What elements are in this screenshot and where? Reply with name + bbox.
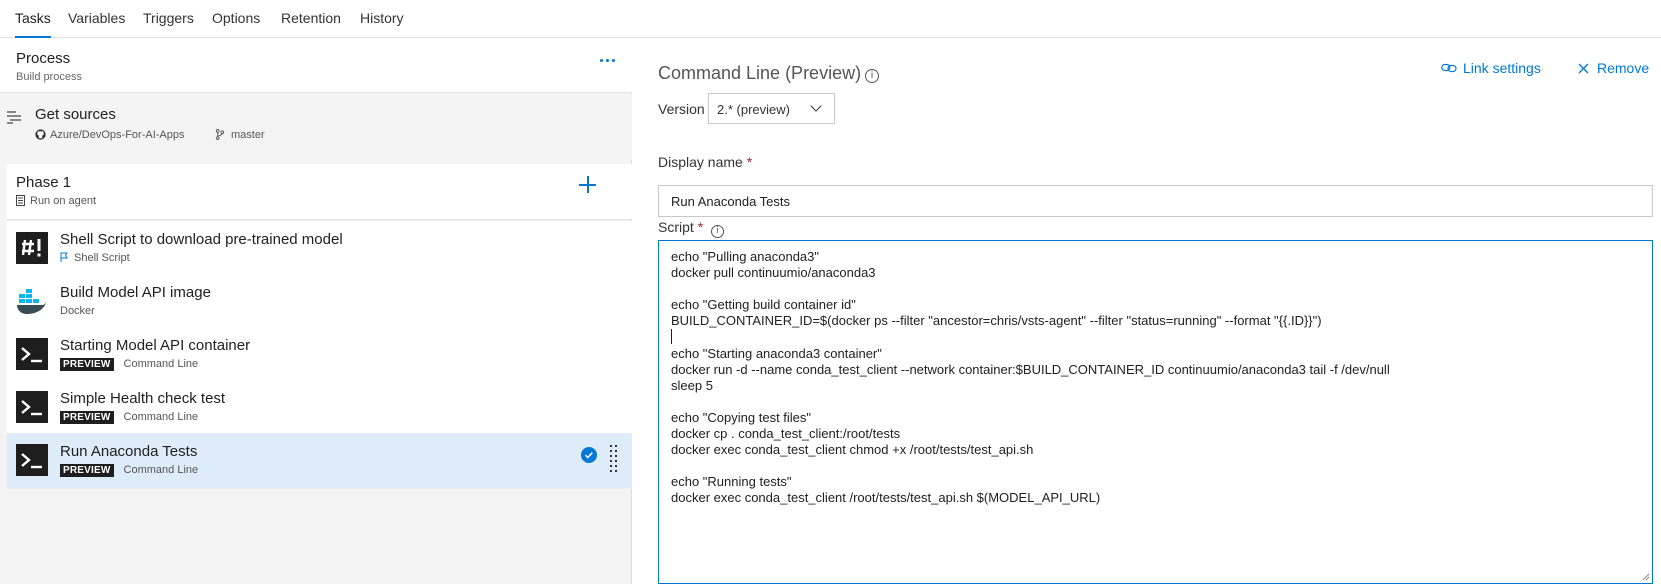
required-marker: * — [746, 154, 753, 170]
phase-title: Phase 1 — [16, 174, 72, 191]
pipeline-tree-pane: Process Build process Get sources Azure/… — [0, 39, 632, 584]
task-title: Run Anaconda Tests — [60, 443, 198, 460]
phase-subtitle-text: Run on agent — [30, 195, 97, 207]
phase-item[interactable]: Phase 1 Run on agent — [7, 164, 632, 220]
script-line: docker exec conda_test_client /root/test… — [671, 490, 1101, 506]
link-settings-button[interactable]: Link settings — [1441, 60, 1541, 76]
task-detail-title: Command Line (Preview) — [658, 63, 862, 83]
enabled-check-icon[interactable] — [581, 447, 597, 463]
task-type: Command Line — [123, 411, 199, 423]
task-type: Command Line — [123, 464, 199, 476]
task-item[interactable]: Shell Script to download pre-trained mod… — [7, 221, 632, 277]
get-sources-title: Get sources — [35, 106, 116, 123]
script-line: sleep 5 — [671, 377, 713, 393]
text-caret — [671, 329, 672, 345]
terminal-icon — [16, 444, 48, 476]
info-icon[interactable]: i — [865, 69, 879, 83]
drag-handle-icon[interactable] — [609, 445, 619, 475]
script-line: echo "Running tests" — [671, 474, 792, 490]
tab-variables[interactable]: Variables — [68, 10, 125, 38]
process-title: Process — [16, 50, 71, 67]
version-value: 2.* (preview) — [717, 102, 790, 117]
script-line: docker run -d --name conda_test_client -… — [671, 361, 1390, 377]
display-name-input[interactable] — [658, 185, 1653, 217]
task-subtitle: PREVIEW Command Line — [60, 358, 198, 371]
top-tab-bar: Tasks Variables Triggers Options Retenti… — [0, 0, 1661, 38]
docker-icon — [16, 285, 48, 317]
task-title: Starting Model API container — [60, 337, 251, 354]
script-line: docker exec conda_test_client chmod +x /… — [671, 442, 1034, 458]
script-line — [671, 394, 1640, 410]
preview-badge: PREVIEW — [60, 464, 114, 477]
tab-history[interactable]: History — [360, 10, 404, 38]
terminal-icon — [16, 391, 48, 423]
task-title: Shell Script to download pre-trained mod… — [60, 231, 343, 248]
close-icon — [1578, 63, 1589, 74]
more-options-icon[interactable] — [598, 53, 618, 67]
script-line — [671, 281, 1640, 297]
task-title: Build Model API image — [60, 284, 211, 301]
script-line: docker pull continuumio/anaconda3 — [671, 265, 876, 281]
task-subtitle: Shell Script — [60, 252, 130, 264]
process-header[interactable]: Process Build process — [0, 39, 632, 93]
script-label-text: Script — [658, 219, 694, 235]
script-label: Script * i — [658, 219, 725, 238]
task-subtitle: PREVIEW Command Line — [60, 411, 198, 424]
task-type: Shell Script — [74, 252, 130, 264]
version-dropdown[interactable]: 2.* (preview) — [708, 93, 835, 124]
branch-name: master — [231, 129, 265, 141]
preview-badge: PREVIEW — [60, 411, 114, 424]
shell-script-icon — [16, 232, 48, 264]
required-marker: * — [697, 219, 704, 235]
task-item[interactable]: Simple Health check test PREVIEW Command … — [7, 380, 632, 436]
get-sources-icon — [7, 111, 21, 124]
script-line: echo "Starting anaconda3 container" — [671, 345, 882, 361]
branch-icon — [215, 129, 225, 140]
flag-icon — [60, 252, 68, 262]
phase-subtitle: Run on agent — [16, 195, 96, 207]
script-line: echo "Copying test files" — [671, 409, 812, 425]
remove-button[interactable]: Remove — [1578, 60, 1649, 76]
add-task-plus-icon[interactable] — [577, 174, 599, 196]
repo-label: Azure/DevOps-For-AI-Apps — [35, 129, 184, 141]
tab-triggers[interactable]: Triggers — [143, 10, 194, 38]
process-subtitle: Build process — [16, 71, 83, 83]
script-line: echo "Getting build container id" — [671, 297, 856, 313]
version-label: Version — [658, 101, 705, 117]
github-icon — [35, 129, 46, 140]
resize-handle-icon[interactable] — [1642, 573, 1650, 581]
script-editor[interactable]: echo "Pulling anaconda3" docker pull con… — [658, 240, 1653, 584]
task-item[interactable]: Build Model API image Docker — [7, 274, 632, 330]
link-settings-label: Link settings — [1463, 60, 1541, 76]
task-item-selected[interactable]: Run Anaconda Tests PREVIEW Command Line — [7, 433, 632, 489]
script-line: echo "Pulling anaconda3" — [671, 249, 820, 264]
remove-label: Remove — [1597, 60, 1650, 76]
chevron-down-icon — [810, 100, 822, 112]
terminal-icon — [16, 338, 48, 370]
tab-options[interactable]: Options — [212, 10, 260, 38]
tab-retention[interactable]: Retention — [281, 10, 341, 38]
task-subtitle: PREVIEW Command Line — [60, 464, 198, 477]
task-type: Docker — [60, 305, 95, 317]
display-name-label-text: Display name — [658, 154, 743, 170]
preview-badge: PREVIEW — [60, 358, 114, 371]
script-line: docker cp . conda_test_client:/root/test… — [671, 426, 901, 442]
script-line — [671, 458, 1640, 474]
task-title: Simple Health check test — [60, 390, 226, 407]
get-sources-item[interactable]: Get sources Azure/DevOps-For-AI-Apps mas… — [0, 94, 632, 160]
branch-label: master — [215, 129, 265, 141]
task-detail-pane: Command Line (Preview) i Link settings R… — [633, 39, 1661, 584]
link-icon — [1441, 63, 1457, 73]
agent-icon — [16, 195, 25, 206]
script-line-with-caret — [671, 329, 1640, 345]
script-line: BUILD_CONTAINER_ID=$(docker ps --filter … — [671, 313, 1322, 329]
task-item[interactable]: Starting Model API container PREVIEW Comm… — [7, 327, 632, 383]
script-info-icon[interactable]: i — [711, 225, 725, 238]
task-type: Command Line — [123, 358, 199, 370]
repo-name: Azure/DevOps-For-AI-Apps — [50, 129, 185, 141]
display-name-label: Display name * — [658, 154, 752, 170]
tab-tasks[interactable]: Tasks — [15, 10, 51, 38]
